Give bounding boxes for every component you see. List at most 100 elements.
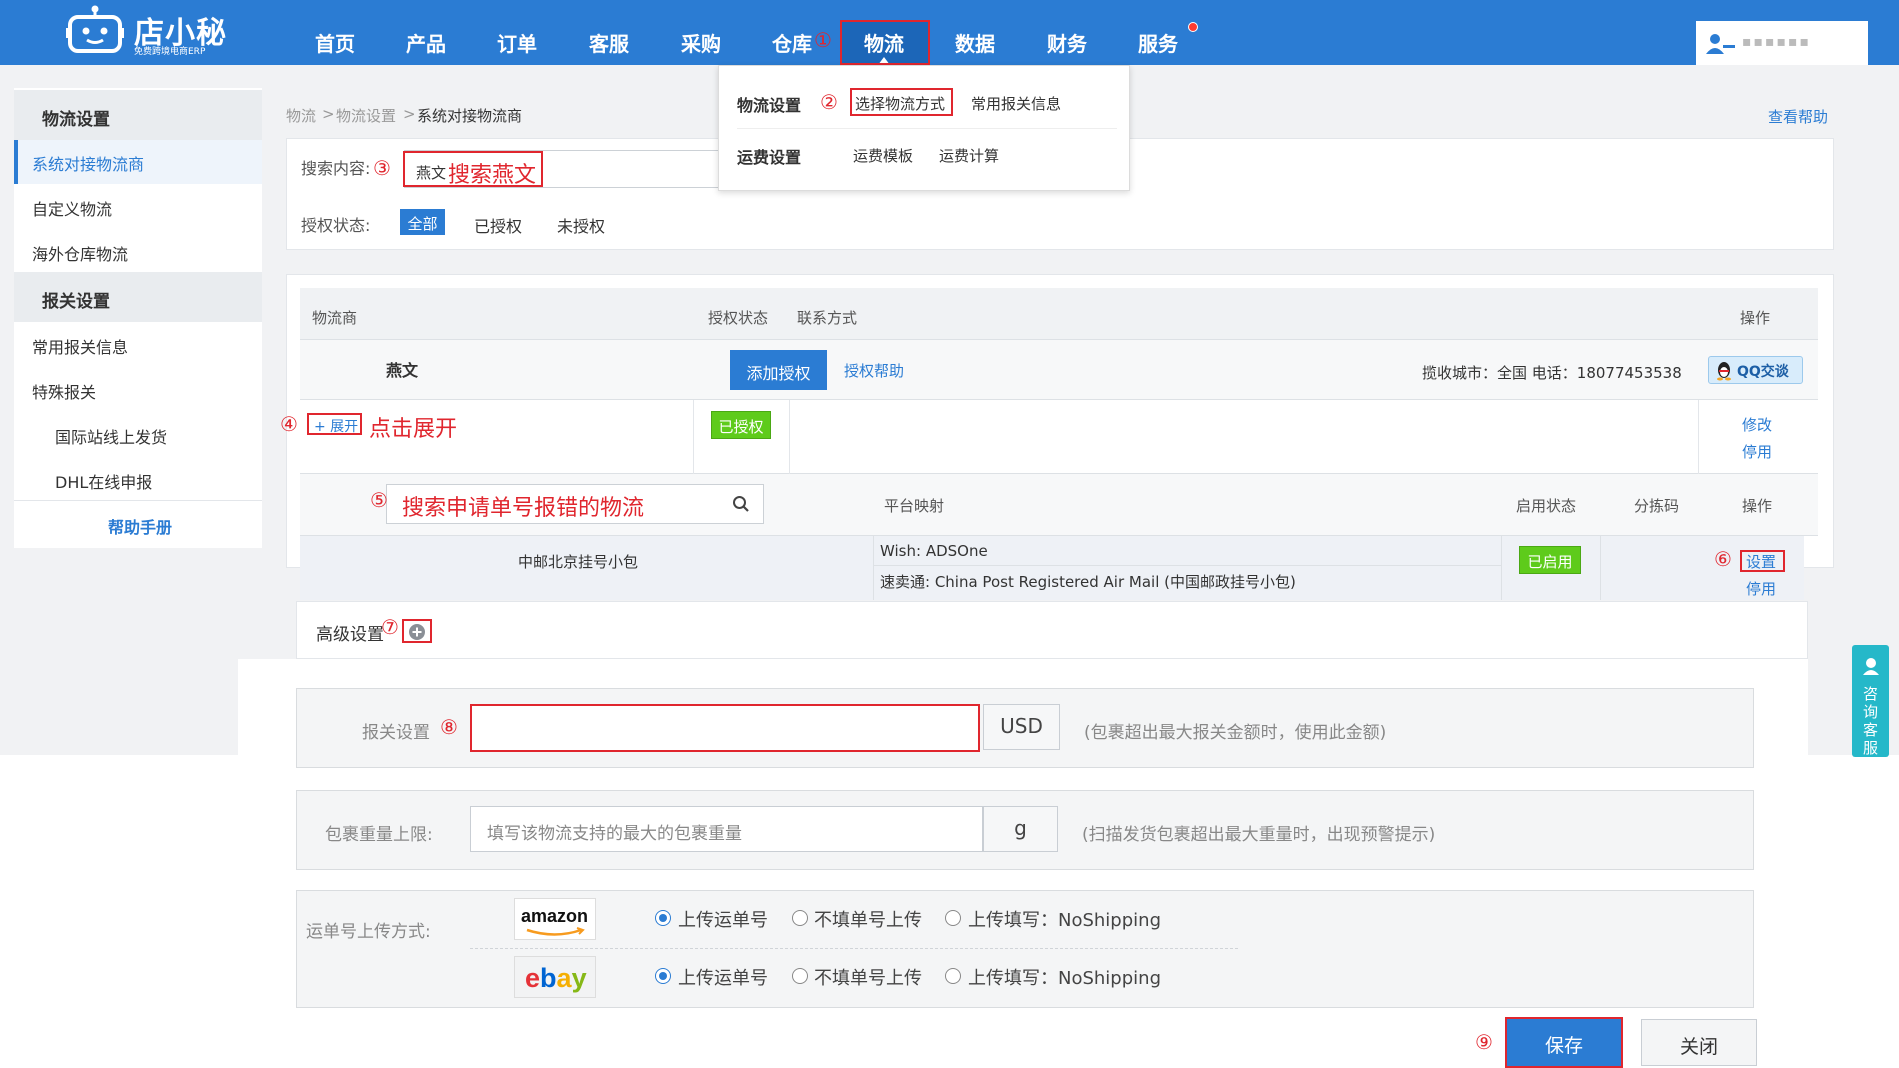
mapping-aliexpress: 速卖通: China Post Registered Air Mail (中国邮… [880,573,1296,591]
status-authorized-option[interactable]: 已授权 [474,213,522,237]
carrier-contact: 揽收城市：全国 电话：18077453538 [1422,364,1682,382]
dropdown-item-freight-template[interactable]: 运费模板 [853,145,913,166]
amazon-smile-icon [526,927,585,936]
service-row-divider-1 [873,536,874,600]
qq-chat-button[interactable]: QQ交谈 [1708,356,1803,384]
amazon-no-number-radio[interactable] [792,910,808,926]
user-menu[interactable]: ▪▪▪▪▪▪ [1696,21,1868,65]
svg-text:ebay: ebay [525,963,587,993]
robot-logo-icon [66,5,124,53]
auth-row-divider-3 [1698,400,1699,474]
dropdown-item-freight-calc[interactable]: 运费计算 [939,145,999,166]
close-button[interactable]: 关闭 [1641,1019,1757,1066]
ebay-no-number-radio[interactable] [792,968,808,984]
view-help-link[interactable]: 查看帮助 [1768,106,1828,127]
sidebar-divider [14,500,262,501]
amazon-no-number-label: 不填单号上传 [814,910,922,931]
annotation-step-8: ⑧ [440,715,458,739]
table-header [300,288,1818,340]
advanced-settings-bar [296,601,1808,659]
nav-finance[interactable]: 财务 [1047,28,1087,57]
nav-purchase[interactable]: 采购 [681,28,721,57]
top-navbar: 店小秘 免费跨境电商ERP 首页 产品 订单 客服 采购 仓库 物流 数据 财务… [0,0,1899,65]
nav-orders[interactable]: 订单 [497,28,537,57]
ebay-noshipping-radio[interactable] [945,968,961,984]
sidebar-help-link[interactable]: 帮助手册 [108,514,172,538]
annotation-box-save [1505,1017,1623,1068]
sidebar-subitem-alibaba[interactable]: 国际站线上发货 [55,424,167,448]
search-icon[interactable] [732,495,750,513]
customer-service-tab[interactable]: 咨询客服 [1852,645,1889,757]
customs-hint: (包裹超出最大报关金额时，使用此金额) [1084,723,1387,743]
dropdown-group-freight: 运费设置 [737,148,802,167]
sidebar-item-system-carriers[interactable]: 系统对接物流商 [32,151,144,175]
brand-subtitle: 免费跨境电商ERP [134,47,206,57]
amazon-noshipping-radio[interactable] [945,910,961,926]
tracking-upload-label: 运单号上传方式: [306,922,431,942]
nav-products[interactable]: 产品 [406,28,446,57]
nav-service[interactable]: 客服 [589,28,629,57]
customer-service-label: 咨询客服 [1862,685,1878,757]
advanced-settings-label: 高级设置 [316,625,384,645]
auth-help-link[interactable]: 授权帮助 [844,360,904,381]
customs-unit: USD [983,704,1060,750]
user-icon [1706,34,1735,54]
user-name: ▪▪▪▪▪▪ [1742,34,1811,50]
authorized-badge: 已授权 [711,411,771,439]
ebay-wordmark-icon: ebay [525,963,587,993]
annotation-step-9: ⑨ [1475,1030,1493,1054]
annotation-step-4: ④ [280,412,298,436]
service-name: 中邮北京挂号小包 [518,553,639,571]
qq-penguin-icon [1717,362,1731,381]
sidebar-item-common-customs[interactable]: 常用报关信息 [32,334,128,358]
modify-link[interactable]: 修改 [1742,414,1772,435]
annotation-step-5: ⑤ [370,488,388,512]
breadcrumb-l2[interactable]: 物流设置 [336,105,396,126]
sidebar-item-overseas-warehouse[interactable]: 海外仓库物流 [32,241,128,265]
plus-circle-icon[interactable] [408,623,426,641]
status-unauthorized-option[interactable]: 未授权 [557,213,605,237]
nav-data[interactable]: 数据 [955,28,995,57]
weight-limit-label: 包裹重量上限: [325,825,433,845]
nav-home[interactable]: 首页 [315,28,355,57]
weight-hint: (扫描发货包裹超出最大重量时，出现预警提示) [1082,825,1436,845]
col-contact: 联系方式 [797,309,858,327]
logistics-dropdown-menu: 物流设置 选择物流方式 常用报关信息 运费设置 运费模板 运费计算 [718,65,1130,191]
dropdown-item-common-customs[interactable]: 常用报关信息 [971,93,1061,114]
annotation-box-expand [307,413,362,435]
sub-col-enable: 启用状态 [1516,497,1577,515]
service-row-divider-2 [1501,536,1502,600]
annotation-box-dropdown [850,88,953,116]
status-all-button[interactable]: 全部 [400,209,445,235]
col-operations: 操作 [1740,309,1771,327]
annotation-box-settings [1740,550,1785,572]
sidebar-subitem-dhl[interactable]: DHL在线申报 [55,469,152,493]
ebay-noshipping-label: 上传填写：NoShipping [968,968,1161,989]
auth-status-label: 授权状态: [301,216,371,235]
disable-carrier-link[interactable]: 停用 [1742,441,1772,462]
breadcrumb-sep-2: > [403,105,416,123]
amazon-upload-radio[interactable] [655,910,671,926]
search-label: 搜索内容: [301,159,371,178]
weight-limit-input[interactable]: 填写该物流支持的最大的包裹重量 [470,806,983,852]
customs-setting-label: 报关设置 [362,723,430,743]
sidebar-item-special-customs[interactable]: 特殊报关 [32,379,96,403]
nav-warehouse[interactable]: 仓库 [772,28,812,57]
mapping-wish: Wish: ADSOne [880,542,988,560]
amazon-noshipping-label: 上传填写：NoShipping [968,910,1161,931]
sub-col-ops: 操作 [1742,497,1773,515]
annotation-expand-note: 点击展开 [369,417,458,442]
service-disable-link[interactable]: 停用 [1746,578,1776,599]
auth-row-divider-1 [693,400,694,474]
ebay-upload-radio[interactable] [655,968,671,984]
breadcrumb-l1[interactable]: 物流 [286,105,316,126]
add-auth-button[interactable]: 添加授权 [730,350,827,390]
dropdown-group-logistics: 物流设置 [737,96,802,115]
sidebar-item-custom-logistics[interactable]: 自定义物流 [32,196,112,220]
annotation-step-1: ① [814,28,832,52]
nav-services[interactable]: 服务 [1138,28,1178,57]
annotation-step-3: ③ [373,156,391,180]
qq-chat-label: QQ交谈 [1737,364,1789,380]
breadcrumb-sep-1: > [322,105,335,123]
annotation-box-nav [840,20,930,65]
